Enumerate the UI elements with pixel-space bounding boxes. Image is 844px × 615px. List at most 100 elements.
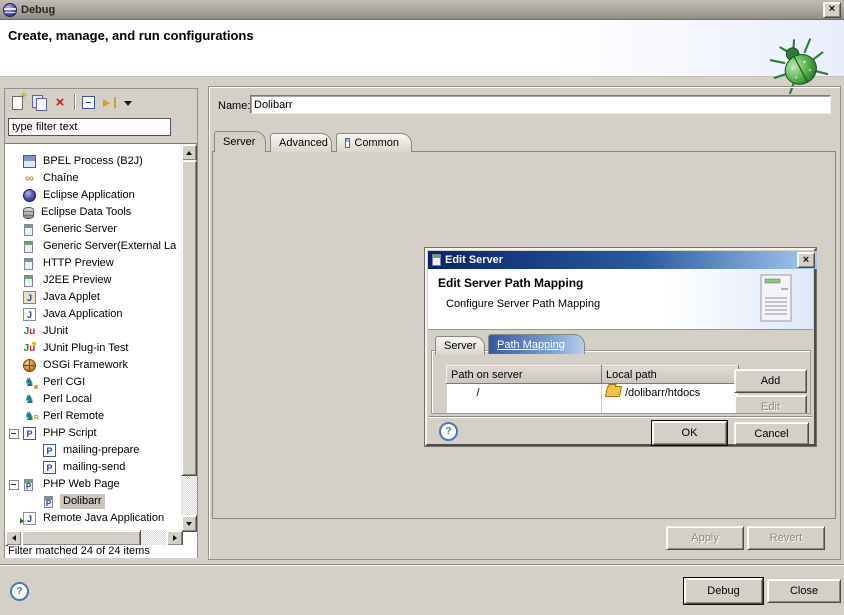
tree-item-label: Eclipse Application <box>40 188 138 203</box>
tree-item-generic-server[interactable]: Generic Server <box>5 221 197 238</box>
tree-item-label: Generic Server <box>40 222 120 237</box>
revert-button: Revert <box>747 526 825 550</box>
tree-item-label: Dolibarr <box>60 494 105 509</box>
filter-icon[interactable] <box>101 93 119 111</box>
bpel-process-icon <box>23 155 36 168</box>
tree-item-label: BPEL Process (B2J) <box>40 154 146 169</box>
tab-server[interactable]: Server <box>214 131 266 152</box>
tree-item-mailing-send[interactable]: mailing-send <box>5 459 197 476</box>
tree-item-perl-remote[interactable]: Perl Remote <box>5 408 197 425</box>
table-row-empty[interactable] <box>447 402 739 415</box>
cancel-button[interactable]: Cancel <box>734 422 809 445</box>
configuration-name-input[interactable] <box>250 95 831 114</box>
database-icon <box>23 207 34 219</box>
scroll-up-icon[interactable] <box>181 144 197 161</box>
tree-item-label: HTTP Preview <box>40 256 117 271</box>
help-icon[interactable]: ? <box>10 582 29 601</box>
tree-item-label: Eclipse Data Tools <box>38 205 134 220</box>
server-icon <box>24 275 33 287</box>
tree-item-http-preview[interactable]: HTTP Preview <box>5 255 197 272</box>
junit-icon <box>23 325 36 338</box>
tree-vscrollbar[interactable] <box>181 144 197 530</box>
tree-item-label: J2EE Preview <box>40 273 114 288</box>
tree-item-mailing-prepare[interactable]: mailing-prepare <box>5 442 197 459</box>
tree-item-php-script[interactable]: PHP Script <box>5 425 197 442</box>
tree-item-java-applet[interactable]: Java Applet <box>5 289 197 306</box>
dialog-tab-server[interactable]: Server <box>435 336 485 355</box>
server-icon <box>24 258 33 270</box>
delete-configuration-icon[interactable]: × <box>51 93 69 111</box>
tree-item-label: Chaîne <box>40 171 81 186</box>
dialog-banner: Create, manage, and run configurations <box>0 20 844 77</box>
configurations-sidebar: × BPEL Process (B2J) Chaîne Eclipse Applic… <box>4 88 198 558</box>
window-close-button[interactable]: × <box>823 2 841 18</box>
filter-input[interactable] <box>8 118 171 136</box>
tree-item-php-web-page[interactable]: PHP Web Page <box>5 476 197 493</box>
tree-item-label: Perl CGI <box>40 375 88 390</box>
folder-icon <box>605 386 622 397</box>
scroll-right-icon[interactable] <box>166 530 183 546</box>
column-path-on-server[interactable]: Path on server <box>447 366 602 384</box>
scroll-left-icon[interactable] <box>5 530 22 546</box>
tree-item-label: Generic Server(External La <box>40 239 179 254</box>
tree-item-junit-plug-in-test[interactable]: JUnit Plug-in Test <box>5 340 197 357</box>
dialog-tab-path-mapping[interactable]: Path Mapping <box>488 334 585 354</box>
tree-item-label: OSGi Framework <box>40 358 131 373</box>
ok-button[interactable]: OK <box>652 421 727 445</box>
footer-separator <box>0 564 844 565</box>
column-local-path[interactable]: Local path <box>602 366 739 384</box>
tree-item-perl-local[interactable]: Perl Local <box>5 391 197 408</box>
edit-server-dialog: Edit Server × Edit Server Path Mapping C… <box>425 248 816 446</box>
menu-dropdown-icon[interactable] <box>122 93 133 111</box>
table-header-row: Path on server Local path <box>447 366 739 384</box>
tree-item-label: Perl Local <box>40 392 95 407</box>
tree-item-eclipse-application[interactable]: Eclipse Application <box>5 187 197 204</box>
apply-button: Apply <box>666 526 744 550</box>
tree-item-label: JUnit <box>40 324 71 339</box>
path-mapping-table[interactable]: Path on server Local path / /dolibarr/ht… <box>446 365 739 414</box>
edit-mapping-button: Edit <box>734 395 807 414</box>
tree-item-java-application[interactable]: Java Application <box>5 306 197 323</box>
dialog-help-icon[interactable]: ? <box>439 422 458 441</box>
tree-item-osgi-framework[interactable]: OSGi Framework <box>5 357 197 374</box>
perl-remote-icon <box>23 410 36 423</box>
scroll-down-icon[interactable] <box>181 515 197 532</box>
tree-item-junit[interactable]: JUnit <box>5 323 197 340</box>
tree-hscrollbar[interactable] <box>5 530 181 546</box>
junit-plugin-icon <box>23 342 36 355</box>
duplicate-configuration-icon[interactable] <box>30 93 48 111</box>
server-path-cell[interactable]: / <box>447 384 602 402</box>
server-icon <box>432 254 441 266</box>
collapse-all-icon[interactable] <box>80 93 98 111</box>
tree-item-generic-server-external-la[interactable]: Generic Server(External La <box>5 238 197 255</box>
banner-title: Create, manage, and run configurations <box>8 28 254 43</box>
tree-item-eclipse-data-tools[interactable]: Eclipse Data Tools <box>5 204 197 221</box>
vscroll-thumb[interactable] <box>181 160 197 476</box>
debug-button[interactable]: Debug <box>684 578 763 604</box>
add-mapping-button[interactable]: Add <box>734 369 807 393</box>
tree-item-bpel-process-b2j[interactable]: BPEL Process (B2J) <box>5 153 197 170</box>
php-web-page-icon <box>24 479 33 491</box>
tab-advanced[interactable]: Advanced <box>270 133 332 152</box>
configurations-tree: BPEL Process (B2J) Chaîne Eclipse Applicat… <box>5 143 197 558</box>
local-path-cell[interactable]: /dolibarr/htdocs <box>602 384 739 402</box>
new-configuration-icon[interactable] <box>9 93 27 111</box>
table-row[interactable]: / /dolibarr/htdocs <box>447 384 739 402</box>
tree-item-cha-ne[interactable]: Chaîne <box>5 170 197 187</box>
tree-item-dolibarr[interactable]: Dolibarr <box>5 493 197 510</box>
close-button[interactable]: Close <box>767 579 841 603</box>
window-title: Debug <box>21 4 55 16</box>
tree-item-remote-java-application[interactable]: Remote Java Application <box>5 510 197 527</box>
tree-item-perl-cgi[interactable]: Perl CGI <box>5 374 197 391</box>
tree-item-j2ee-preview[interactable]: J2EE Preview <box>5 272 197 289</box>
path-mapping-panel: Path on server Local path / /dolibarr/ht… <box>431 350 811 414</box>
edit-server-header: Edit Server Path Mapping Configure Serve… <box>428 269 813 330</box>
eclipse-logo-icon <box>3 3 17 17</box>
collapse-toggle-icon[interactable] <box>9 429 19 439</box>
dialog-close-button[interactable]: × <box>797 252 815 268</box>
collapse-toggle-icon[interactable] <box>9 480 19 490</box>
hscroll-thumb[interactable] <box>21 530 141 546</box>
java-applet-icon <box>23 291 36 304</box>
tab-common[interactable]: Common <box>336 133 412 152</box>
debug-configurations-window: Debug × Create, manage, and run configur… <box>0 0 844 615</box>
